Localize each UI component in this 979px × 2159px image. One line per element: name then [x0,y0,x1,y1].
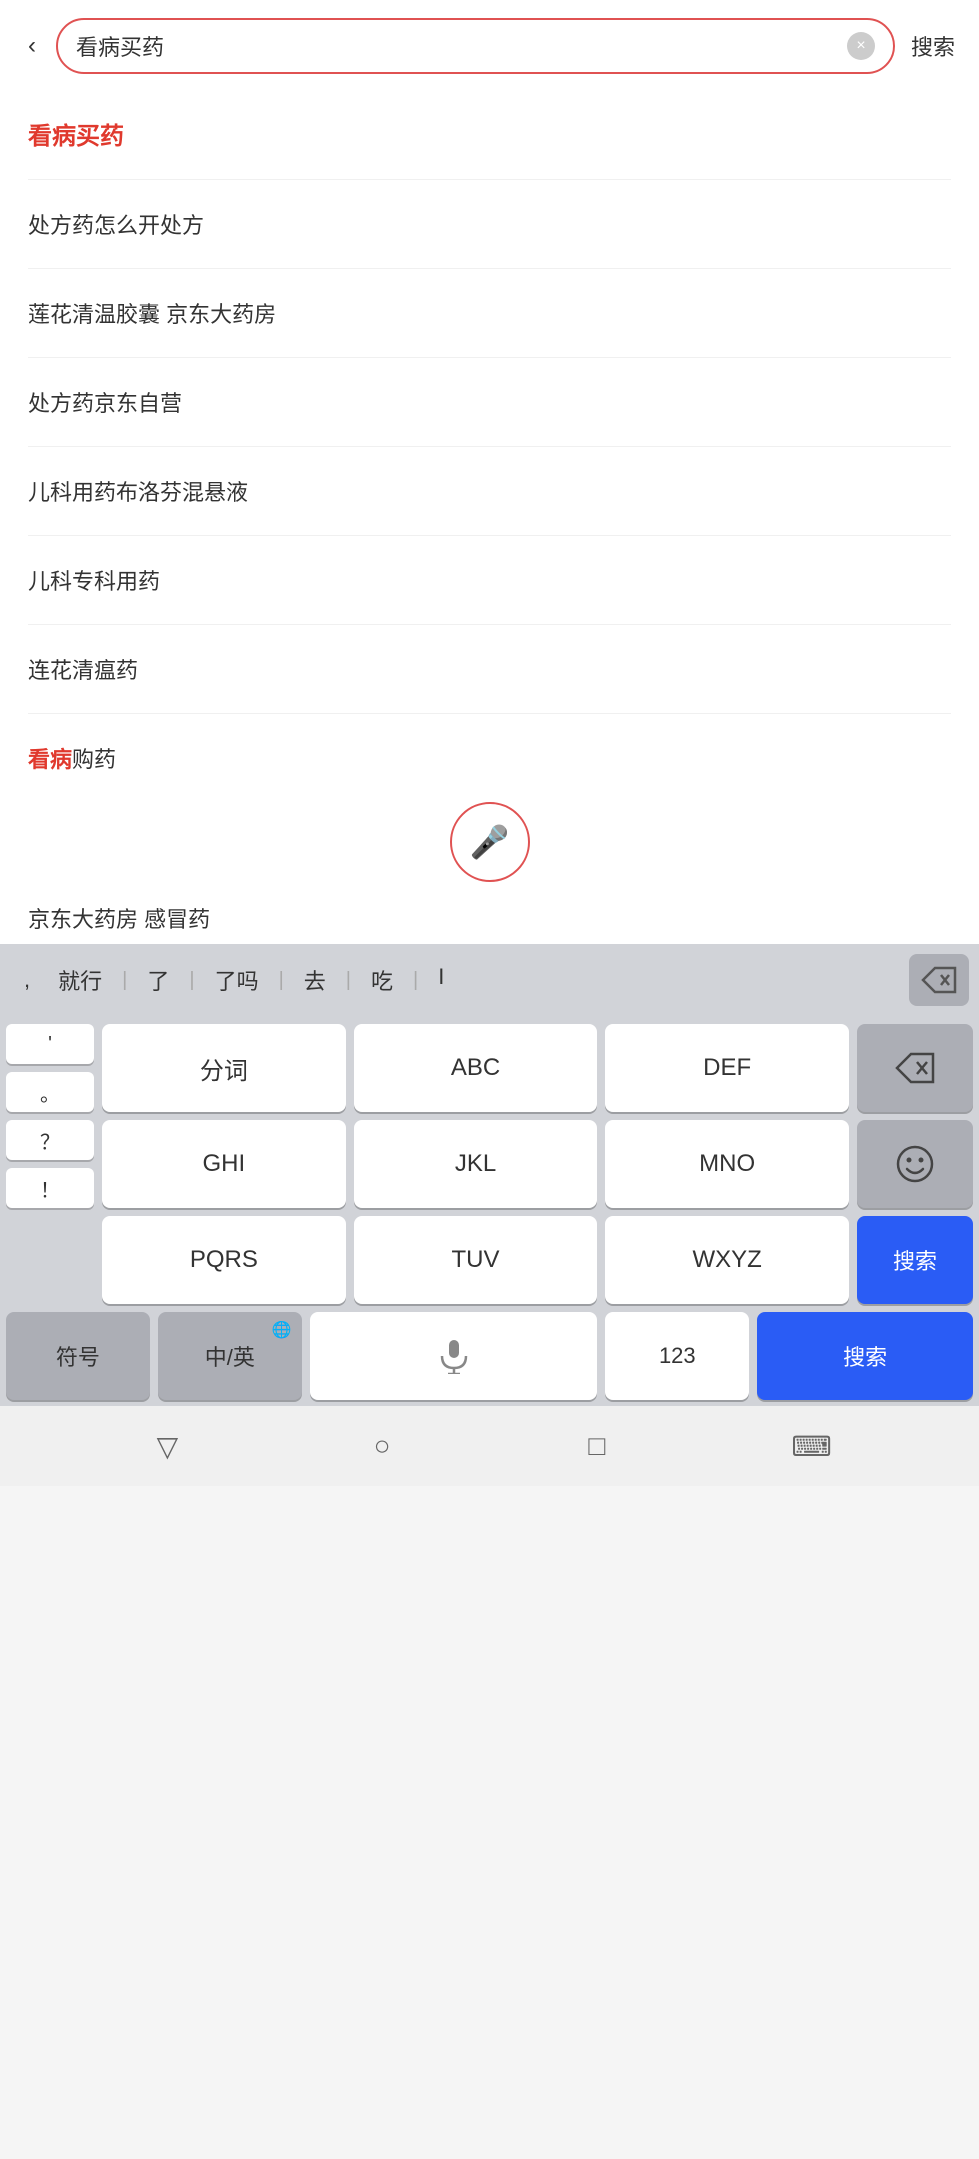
list-item[interactable]: 儿科用药布洛芬混悬液 [28,447,951,536]
keyboard-delete-button[interactable] [909,954,969,1006]
list-item[interactable]: 看病买药 [28,88,951,180]
key-chinese-english[interactable]: 🌐 中/英 [158,1312,302,1400]
suggestion-rest-part: 购药 [72,747,116,772]
suggestion-text: 看病买药 [28,123,124,150]
suggestion-pills: 就行 | 了 | 了吗 | 去 | 吃 | I [44,958,903,1002]
partial-suggestion[interactable]: 京东大药房 感冒药 [0,882,979,944]
key-exclaim[interactable]: ！ [6,1168,94,1208]
chinese-label: 中/英 [205,1340,255,1372]
clear-button[interactable]: × [847,32,875,60]
search-bar[interactable]: 看病买药 × [56,18,895,74]
suggestion-text: 儿科用药布洛芬混悬液 [28,480,248,505]
keyboard-row-1: 分词 ABC DEF [102,1024,849,1112]
suggestion-pill-4[interactable]: 去 [290,958,340,1002]
list-item[interactable]: 看病购药 [28,714,951,802]
keyboard-delete-key[interactable] [857,1024,973,1112]
key-numbers[interactable]: 123 [605,1312,749,1400]
mic-button[interactable]: 🎤 [450,802,530,882]
keyboard-suggestion-bar: , 就行 | 了 | 了吗 | 去 | 吃 | I [0,944,979,1016]
suggestion-text: 处方药怎么开处方 [28,213,204,238]
separator-2: | [189,958,194,1002]
suggestion-pill-2[interactable]: 了 [133,958,183,1002]
suggestions-container: 看病买药 处方药怎么开处方 莲花清温胶囊 京东大药房 处方药京东自营 儿科用药布… [0,88,979,802]
nav-home-icon[interactable]: ○ [352,1416,412,1476]
header: ‹ 看病买药 × 搜索 [0,0,979,88]
suggestion-text: 莲花清温胶囊 京东大药房 [28,302,276,327]
separator-1: | [122,958,127,1002]
keyboard-bottom-row: 符号 🌐 中/英 123 搜索 [6,1312,973,1400]
suggestion-text: 连花清瘟药 [28,658,138,683]
separator-5: | [413,958,418,1002]
delete-icon [921,966,957,994]
nav-keyboard-icon[interactable]: ⌨ [782,1416,842,1476]
keyboard-right-col: 搜索 [857,1024,973,1304]
nav-back-icon[interactable]: ▽ [137,1416,197,1476]
key-wxyz[interactable]: WXYZ [605,1216,849,1304]
keyboard-search-key[interactable]: 搜索 [857,1216,973,1304]
separator-3: | [279,958,284,1002]
key-fenchi[interactable]: 分词 [102,1024,346,1112]
key-symbols[interactable]: 符号 [6,1312,150,1400]
keyboard-left-col: ' 。 ？ ！ [6,1024,94,1304]
key-ghi[interactable]: GHI [102,1120,346,1208]
key-space[interactable] [310,1312,598,1400]
list-item[interactable]: 连花清瘟药 [28,625,951,714]
list-item[interactable]: 儿科专科用药 [28,536,951,625]
keyboard-middle: 分词 ABC DEF GHI JKL MNO PQRS TUV WXYZ [102,1024,849,1304]
suggestion-pill-5[interactable]: 吃 [357,958,407,1002]
key-abc[interactable]: ABC [354,1024,598,1112]
separator-4: | [346,958,351,1002]
keyboard-main-area: ' 。 ？ ！ 分词 ABC DEF GHI JKL MNO PQRS TUV … [6,1024,973,1304]
suggestion-text: 儿科专科用药 [28,569,160,594]
key-apostrophe[interactable]: ' [6,1024,94,1064]
suggestion-pill-6[interactable]: I [424,958,458,1002]
key-jkl[interactable]: JKL [354,1120,598,1208]
list-item[interactable]: 莲花清温胶囊 京东大药房 [28,269,951,358]
key-mno[interactable]: MNO [605,1120,849,1208]
suggestion-red-part: 看病 [28,747,72,772]
globe-icon: 🌐 [272,1320,292,1340]
nav-bar: ▽ ○ □ ⌨ [0,1406,979,1486]
nav-recent-icon[interactable]: □ [567,1416,627,1476]
mic-small-icon [436,1338,472,1374]
list-item[interactable]: 处方药怎么开处方 [28,180,951,269]
suggestions-list: 看病买药 处方药怎么开处方 莲花清温胶囊 京东大药房 处方药京东自营 儿科用药布… [0,88,979,944]
search-button[interactable]: 搜索 [907,30,959,62]
keyboard-emoji-key[interactable] [857,1120,973,1208]
suggestion-text: 处方药京东自营 [28,391,182,416]
partial-text: 京东大药房 感冒药 [28,907,210,932]
mic-overlay: 🎤 [0,802,979,882]
list-item[interactable]: 处方药京东自营 [28,358,951,447]
delete-key-icon [895,1052,935,1084]
key-tuv[interactable]: TUV [354,1216,598,1304]
key-period[interactable]: 。 [6,1072,94,1112]
key-def[interactable]: DEF [605,1024,849,1112]
keyboard-row-3: PQRS TUV WXYZ [102,1216,849,1304]
keyboard: ' 。 ？ ！ 分词 ABC DEF GHI JKL MNO PQRS TUV … [0,1016,979,1406]
emoji-icon [895,1144,935,1184]
suggestion-pill-1[interactable]: 就行 [44,958,116,1002]
key-question[interactable]: ？ [6,1120,94,1160]
suggestion-pill-3[interactable]: 了吗 [201,958,273,1002]
key-pqrs[interactable]: PQRS [102,1216,346,1304]
search-input[interactable]: 看病买药 [76,30,839,62]
mic-icon: 🎤 [470,823,510,861]
key-bottom-search[interactable]: 搜索 [757,1312,973,1400]
keyboard-row-2: GHI JKL MNO [102,1120,849,1208]
back-button[interactable]: ‹ [20,28,44,64]
comma-key[interactable]: , [10,967,44,993]
